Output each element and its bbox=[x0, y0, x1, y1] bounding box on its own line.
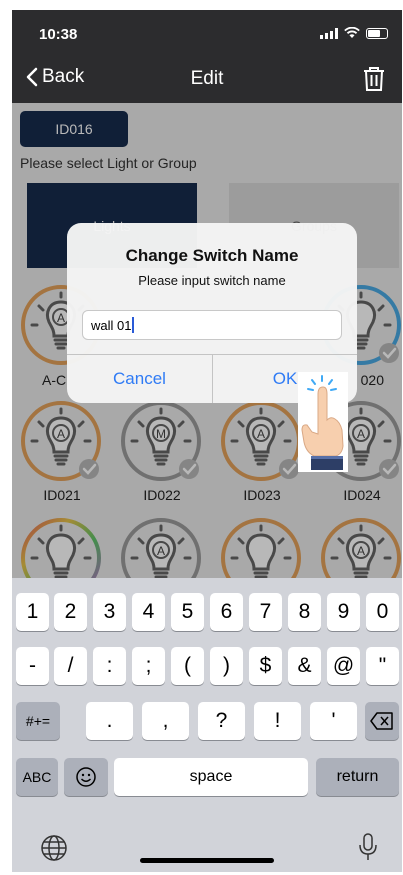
phone-screen: 10:38 Back Edit ID016 Please select Ligh… bbox=[12, 10, 402, 872]
key-dollar[interactable]: $ bbox=[249, 647, 282, 685]
key-space[interactable]: space bbox=[114, 758, 308, 796]
key-quote[interactable]: " bbox=[366, 647, 399, 685]
tap-hand-icon bbox=[298, 372, 348, 472]
key-semicolon[interactable]: ; bbox=[132, 647, 165, 685]
key-2[interactable]: 2 bbox=[54, 593, 87, 631]
home-indicator bbox=[140, 858, 274, 863]
key-3[interactable]: 3 bbox=[93, 593, 126, 631]
key-6[interactable]: 6 bbox=[210, 593, 243, 631]
key-open-paren[interactable]: ( bbox=[171, 647, 204, 685]
dialog-message: Please input switch name bbox=[138, 273, 286, 288]
status-time: 10:38 bbox=[39, 26, 78, 43]
key-exclaim[interactable]: ! bbox=[254, 702, 301, 740]
key-emoji[interactable] bbox=[64, 758, 108, 796]
key-symbols[interactable]: #+= bbox=[16, 702, 60, 740]
key-0[interactable]: 0 bbox=[366, 593, 399, 631]
switch-name-input[interactable]: wall 01 bbox=[82, 310, 342, 340]
key-colon[interactable]: : bbox=[93, 647, 126, 685]
wifi-icon bbox=[344, 27, 360, 38]
signal-icon bbox=[320, 27, 338, 39]
key-abc[interactable]: ABC bbox=[16, 758, 58, 796]
key-9[interactable]: 9 bbox=[327, 593, 360, 631]
key-slash[interactable]: / bbox=[54, 647, 87, 685]
key-apostrophe[interactable]: ' bbox=[310, 702, 357, 740]
backspace-icon bbox=[370, 712, 393, 730]
emoji-icon bbox=[76, 767, 96, 787]
switch-name-value: wall 01 bbox=[91, 317, 132, 333]
key-period[interactable]: . bbox=[86, 702, 133, 740]
key-7[interactable]: 7 bbox=[249, 593, 282, 631]
key-8[interactable]: 8 bbox=[288, 593, 321, 631]
key-hyphen[interactable]: - bbox=[16, 647, 49, 685]
key-close-paren[interactable]: ) bbox=[210, 647, 243, 685]
key-return[interactable]: return bbox=[316, 758, 399, 796]
ios-keyboard: 1 2 3 4 5 6 7 8 9 0 - / : ; ( ) $ & @ " … bbox=[12, 578, 402, 872]
page-title: Edit bbox=[190, 68, 224, 89]
key-question[interactable]: ? bbox=[198, 702, 245, 740]
dialog-title: Change Switch Name bbox=[125, 246, 299, 265]
globe-icon[interactable] bbox=[40, 834, 68, 862]
key-4[interactable]: 4 bbox=[132, 593, 165, 631]
key-backspace[interactable] bbox=[365, 702, 399, 740]
cancel-button[interactable]: Cancel bbox=[67, 355, 212, 403]
app-header: 10:38 Back Edit bbox=[12, 10, 402, 103]
key-comma[interactable]: , bbox=[142, 702, 189, 740]
text-caret bbox=[132, 317, 135, 333]
battery-icon bbox=[366, 27, 388, 39]
trash-icon[interactable] bbox=[362, 66, 386, 92]
key-at[interactable]: @ bbox=[327, 647, 360, 685]
key-1[interactable]: 1 bbox=[16, 593, 49, 631]
key-ampersand[interactable]: & bbox=[288, 647, 321, 685]
key-5[interactable]: 5 bbox=[171, 593, 204, 631]
microphone-icon[interactable] bbox=[358, 832, 378, 862]
status-icons bbox=[320, 27, 388, 39]
